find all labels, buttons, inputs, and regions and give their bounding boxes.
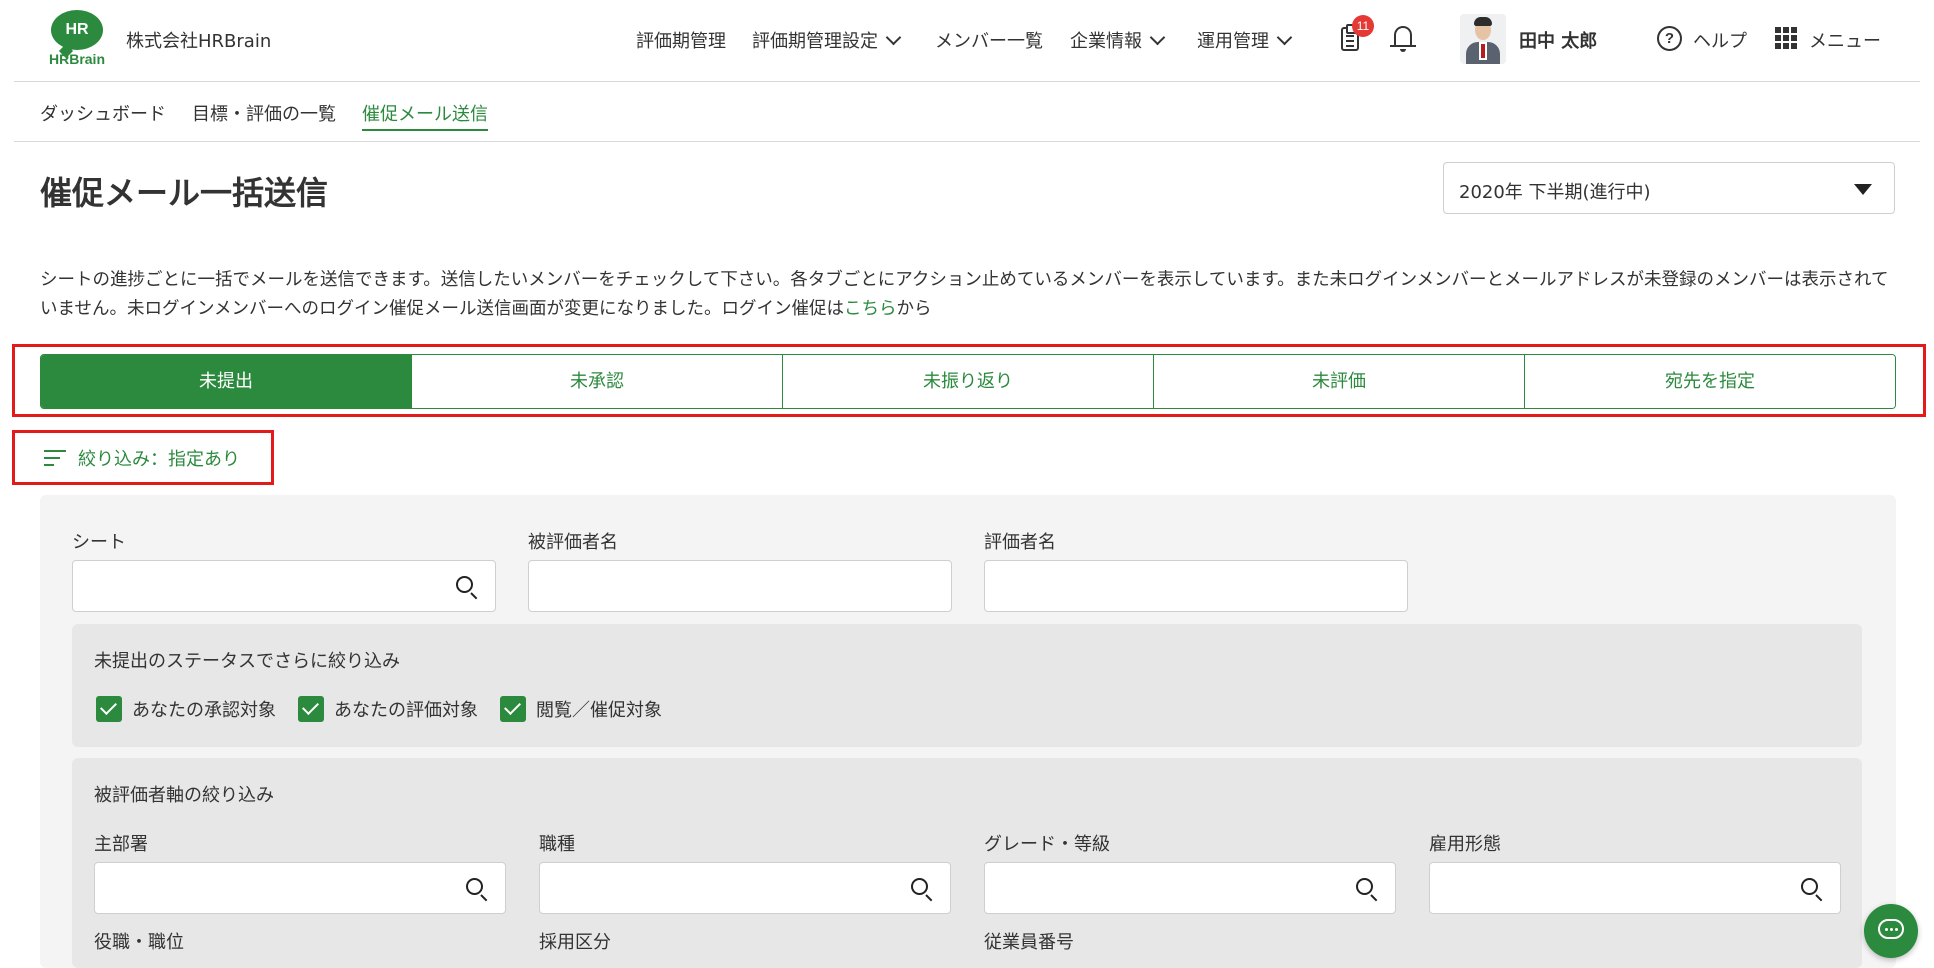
tab-not-evaluated[interactable]: 未評価 (1153, 355, 1524, 408)
chat-support-button[interactable] (1864, 904, 1918, 958)
nav-evaluation-settings[interactable]: 評価期管理設定 (752, 27, 902, 53)
caret-down-icon (1854, 184, 1872, 195)
nav-member-list[interactable]: メンバー一覧 (935, 27, 1043, 53)
status-filter-section (72, 624, 1862, 747)
description-line-1: シートの進捗ごとに一括でメールを送信できます。送信したいメンバーをチェックして下… (40, 270, 1767, 290)
search-icon (911, 878, 928, 895)
top-header: HR HRBrain 株式会社HRBrain 評価期管理 評価期管理設定 メンバ… (0, 0, 1934, 82)
notifications-button[interactable] (1388, 22, 1418, 56)
status-section-title: 未提出のステータスでさらに絞り込み (94, 651, 400, 672)
status-tabs: 未提出 未承認 未振り返り 未評価 宛先を指定 (40, 354, 1896, 409)
search-icon (1801, 878, 1818, 895)
checkbox-checked[interactable] (298, 696, 324, 722)
department-input[interactable] (94, 862, 506, 914)
position-label: 役職・職位 (94, 932, 184, 953)
check-view-remind-target[interactable]: 閲覧／催促対象 (500, 696, 662, 722)
help-link[interactable]: ヘルプ (1693, 27, 1747, 53)
check-approval-target[interactable]: あなたの承認対象 (96, 696, 276, 722)
search-icon (1356, 878, 1373, 895)
grid-menu-icon[interactable] (1775, 27, 1797, 49)
tab-not-approved[interactable]: 未承認 (411, 355, 782, 408)
period-selected-value: 2020年 下半期(進行中) (1459, 182, 1651, 203)
search-icon (456, 576, 473, 593)
employee-number-label: 従業員番号 (984, 932, 1074, 953)
evaluatee-label: 被評価者名 (528, 532, 618, 553)
avatar-hair (1474, 17, 1492, 26)
chevron-down-icon (1276, 29, 1293, 46)
axis-section-title: 被評価者軸の絞り込み (94, 785, 274, 806)
grade-input[interactable] (984, 862, 1396, 914)
job-type-input[interactable] (539, 862, 951, 914)
evaluatee-name-input[interactable] (528, 560, 952, 612)
crumb-goal-list[interactable]: 目標・評価の一覧 (192, 100, 336, 126)
nav-label: 運用管理 (1197, 31, 1269, 52)
page-title: 催促メール一括送信 (40, 174, 329, 212)
grade-label: グレード・等級 (984, 834, 1110, 855)
nav-operations[interactable]: 運用管理 (1197, 27, 1293, 53)
filter-lines-icon (44, 448, 66, 468)
subnav-divider (14, 141, 1920, 142)
header-divider (14, 81, 1920, 82)
tab-not-reflected[interactable]: 未振り返り (782, 355, 1153, 408)
tasks-button[interactable]: 11 (1336, 15, 1374, 56)
company-name: 株式会社HRBrain (126, 31, 272, 52)
bell-base (1390, 45, 1416, 47)
user-name[interactable]: 田中 太郎 (1519, 27, 1597, 53)
nav-evaluation-period[interactable]: 評価期管理 (636, 27, 726, 53)
tab-specify-recipients[interactable]: 宛先を指定 (1524, 355, 1895, 408)
employment-type-label: 雇用形態 (1429, 834, 1501, 855)
avatar[interactable] (1460, 14, 1506, 64)
logo-bubble: HR (51, 10, 103, 50)
hiring-type-label: 採用区分 (539, 932, 611, 953)
checkbox-checked[interactable] (96, 696, 122, 722)
chevron-down-icon (885, 29, 902, 46)
description-tail: から (896, 299, 932, 319)
avatar-tie (1481, 44, 1485, 58)
evaluator-label: 評価者名 (984, 532, 1056, 553)
tab-not-submitted[interactable]: 未提出 (41, 355, 411, 408)
nav-company-info[interactable]: 企業情報 (1070, 27, 1166, 53)
nav-label: 評価期管理 (636, 31, 726, 52)
chat-icon (1878, 919, 1904, 939)
search-icon (466, 878, 483, 895)
nav-label: メンバー一覧 (935, 31, 1043, 52)
department-label: 主部署 (94, 834, 148, 855)
filter-toggle-label: 絞り込み：指定あり (78, 449, 240, 470)
menu-link[interactable]: メニュー (1809, 27, 1881, 53)
nav-label: 評価期管理設定 (752, 31, 878, 52)
nav-label: 企業情報 (1070, 31, 1142, 52)
page-description: シートの進捗ごとに一括でメールを送信できます。送信したいメンバーをチェックして下… (40, 266, 1896, 324)
period-select[interactable]: 2020年 下半期(進行中) (1443, 162, 1895, 214)
check-label: あなたの評価対象 (334, 700, 478, 721)
employment-type-input[interactable] (1429, 862, 1841, 914)
help-icon[interactable]: ? (1657, 26, 1682, 51)
crumb-dashboard[interactable]: ダッシュボード (40, 100, 166, 126)
chevron-down-icon (1149, 29, 1166, 46)
bell-icon (1394, 26, 1412, 46)
filter-toggle-button[interactable]: 絞り込み：指定あり (44, 444, 240, 472)
logo-brand-text: HRBrain (48, 51, 105, 67)
check-label: あなたの承認対象 (132, 700, 276, 721)
evaluator-name-input[interactable] (984, 560, 1408, 612)
crumb-reminder-mail[interactable]: 催促メール送信 (362, 100, 488, 131)
check-evaluation-target[interactable]: あなたの評価対象 (298, 696, 478, 722)
hrbrain-logo[interactable]: HR HRBrain (48, 10, 106, 67)
sheet-label: シート (72, 532, 126, 553)
job-type-label: 職種 (539, 834, 575, 855)
checkbox-checked[interactable] (500, 696, 526, 722)
check-label: 閲覧／催促対象 (536, 700, 662, 721)
bell-clapper (1400, 49, 1406, 52)
login-reminder-link[interactable]: こちら (844, 299, 897, 319)
notification-badge: 11 (1352, 15, 1374, 37)
sheet-search-input[interactable] (72, 560, 496, 612)
